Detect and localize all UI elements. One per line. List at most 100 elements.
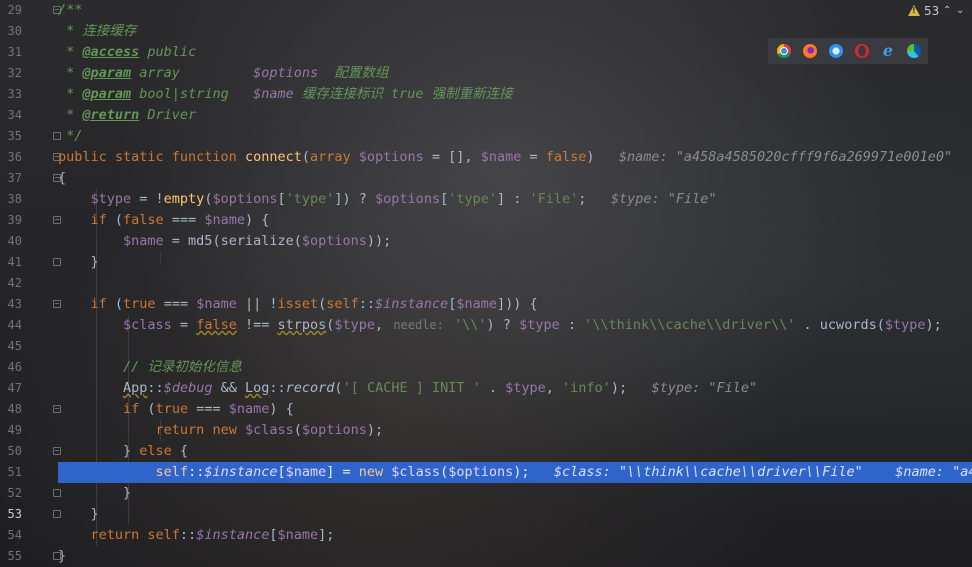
code-line[interactable]: return self::$instance[$name]; — [58, 525, 972, 546]
inspection-widget[interactable]: 53 ⌃ ⌄ — [898, 0, 972, 22]
code-token: $name — [123, 233, 164, 249]
code-line[interactable]: $class = false !== strpos($type, needle:… — [58, 315, 972, 336]
code-line[interactable]: * @param bool|string $name 缓存连接标识 true 强… — [58, 84, 972, 105]
code-line[interactable]: } — [58, 504, 972, 525]
code-line[interactable]: if (false === $name) { — [58, 210, 972, 231]
code-token: || ! — [236, 296, 278, 312]
code-token: // 记录初始化信息 — [123, 359, 242, 375]
code-token: array — [131, 65, 254, 81]
code-line[interactable]: if (true === $name) { — [58, 399, 972, 420]
code-editor[interactable]: 29 30 31 32 33 34 35 36 37 38 39 40 41 42 43 44 45 46 47 48… — [0, 0, 972, 567]
code-line[interactable]: * @return Driver — [58, 105, 972, 126]
line-number-gutter[interactable]: 29 30 31 32 33 34 35 36 37 38 39 40 41 42 43 44 45 46 47 48… — [0, 0, 61, 567]
gutter-row[interactable]: 35 — [0, 126, 61, 147]
code-token: ) { — [269, 401, 294, 417]
code-token: false — [545, 149, 587, 165]
code-line[interactable]: } — [58, 546, 972, 567]
code-line[interactable]: */ — [58, 126, 972, 147]
code-token: } — [58, 485, 132, 501]
gutter-row[interactable]: 32 — [0, 63, 58, 84]
code-token: 'File' — [529, 191, 579, 207]
gutter-row[interactable]: 52 — [0, 483, 61, 504]
code-token: $type — [519, 317, 560, 333]
code-line[interactable]: // 记录初始化信息 — [58, 357, 972, 378]
gutter-row[interactable]: 34 — [0, 105, 58, 126]
gutter-row[interactable]: 42 — [0, 273, 58, 294]
code-line[interactable]: public static function connect(array $op… — [58, 147, 972, 168]
code-line[interactable] — [58, 273, 972, 294]
code-line[interactable]: } else { — [58, 441, 972, 462]
gutter-row[interactable]: 51 — [0, 462, 58, 483]
gutter-row[interactable]: 30 — [0, 21, 58, 42]
code-token: * — [58, 86, 83, 102]
ie-icon[interactable]: e — [881, 43, 895, 59]
code-line[interactable]: { — [58, 168, 972, 189]
gutter-row[interactable]: 49 — [0, 420, 58, 441]
gutter-row[interactable]: 46 — [0, 357, 58, 378]
gutter-row[interactable]: 38 — [0, 189, 58, 210]
code-line[interactable]: return new $class($options); — [58, 420, 972, 441]
code-area[interactable]: /** * 连接缓存 * @access public * @param arr… — [58, 0, 972, 567]
gutter-row[interactable]: 43 — [0, 294, 61, 315]
code-token: @access — [82, 44, 140, 60]
code-line[interactable]: $name = md5(serialize($options)); — [58, 231, 972, 252]
opera-icon[interactable] — [855, 44, 869, 58]
gutter-row[interactable]: 44 — [0, 315, 58, 336]
code-token: )); — [366, 233, 392, 249]
line-number: 29 — [7, 3, 22, 17]
code-token: $options — [212, 191, 278, 207]
line-number: 32 — [7, 66, 22, 80]
code-token: { — [58, 170, 67, 186]
chevron-down-icon[interactable]: ⌄ — [956, 0, 964, 22]
code-line[interactable]: App::$debug && Log::record('[ CACHE ] IN… — [58, 378, 972, 399]
gutter-row[interactable]: 29 — [0, 0, 61, 21]
gutter-row[interactable]: 40 — [0, 231, 58, 252]
gutter-row[interactable]: 41 — [0, 252, 61, 273]
line-number: 46 — [7, 360, 22, 374]
gutter-row[interactable]: 55 — [0, 546, 61, 567]
gutter-row[interactable]: 33 — [0, 84, 58, 105]
code-token: $name — [204, 212, 245, 228]
code-token: [ — [277, 464, 286, 480]
code-token: 缓存连接标识 true 强制重新连接 — [293, 86, 513, 102]
code-token: ] : — [497, 191, 530, 207]
line-number: 44 — [7, 318, 22, 332]
gutter-row[interactable]: 36 — [0, 147, 61, 168]
firefox-icon[interactable] — [803, 44, 817, 58]
code-token: ); — [513, 464, 554, 480]
gutter-row[interactable]: 50 — [0, 441, 61, 462]
code-line[interactable]: } — [58, 252, 972, 273]
code-token: , — [545, 380, 563, 396]
chrome-icon[interactable] — [777, 44, 791, 58]
code-token: true — [155, 401, 189, 417]
code-line[interactable] — [58, 336, 972, 357]
line-number: 45 — [7, 339, 22, 353]
gutter-row[interactable]: 45 — [0, 336, 58, 357]
chevron-up-icon[interactable]: ⌃ — [943, 0, 951, 22]
code-line[interactable]: /** — [58, 0, 972, 21]
code-token: false — [196, 317, 237, 333]
line-number: 39 — [7, 213, 22, 227]
gutter-row[interactable]: 31 — [0, 42, 58, 63]
gutter-row[interactable]: 39 — [0, 210, 61, 231]
gutter-row[interactable]: 54 — [0, 525, 58, 546]
code-line[interactable]: $type = !empty($options['type']) ? $opti… — [58, 189, 972, 210]
code-token: :: — [269, 380, 286, 396]
code-line[interactable]: self::$instance[$name] = new $class($opt… — [58, 462, 972, 483]
code-line[interactable]: } — [58, 483, 972, 504]
code-token: public — [139, 44, 197, 60]
code-line[interactable]: * @param array $options 配置数组 — [58, 63, 972, 84]
code-token: * — [58, 65, 83, 81]
gutter-row[interactable]: 47 — [0, 378, 58, 399]
safari-icon[interactable] — [829, 44, 843, 58]
code-token: if — [90, 212, 115, 228]
gutter-row[interactable]: 48 — [0, 399, 61, 420]
gutter-row[interactable]: 53 — [0, 504, 61, 525]
warning-count: 53 — [924, 4, 940, 18]
code-line[interactable]: if (true === $name || !isset(self::$inst… — [58, 294, 972, 315]
edge-icon[interactable] — [907, 44, 921, 58]
gutter-row[interactable]: 37 — [0, 168, 61, 189]
